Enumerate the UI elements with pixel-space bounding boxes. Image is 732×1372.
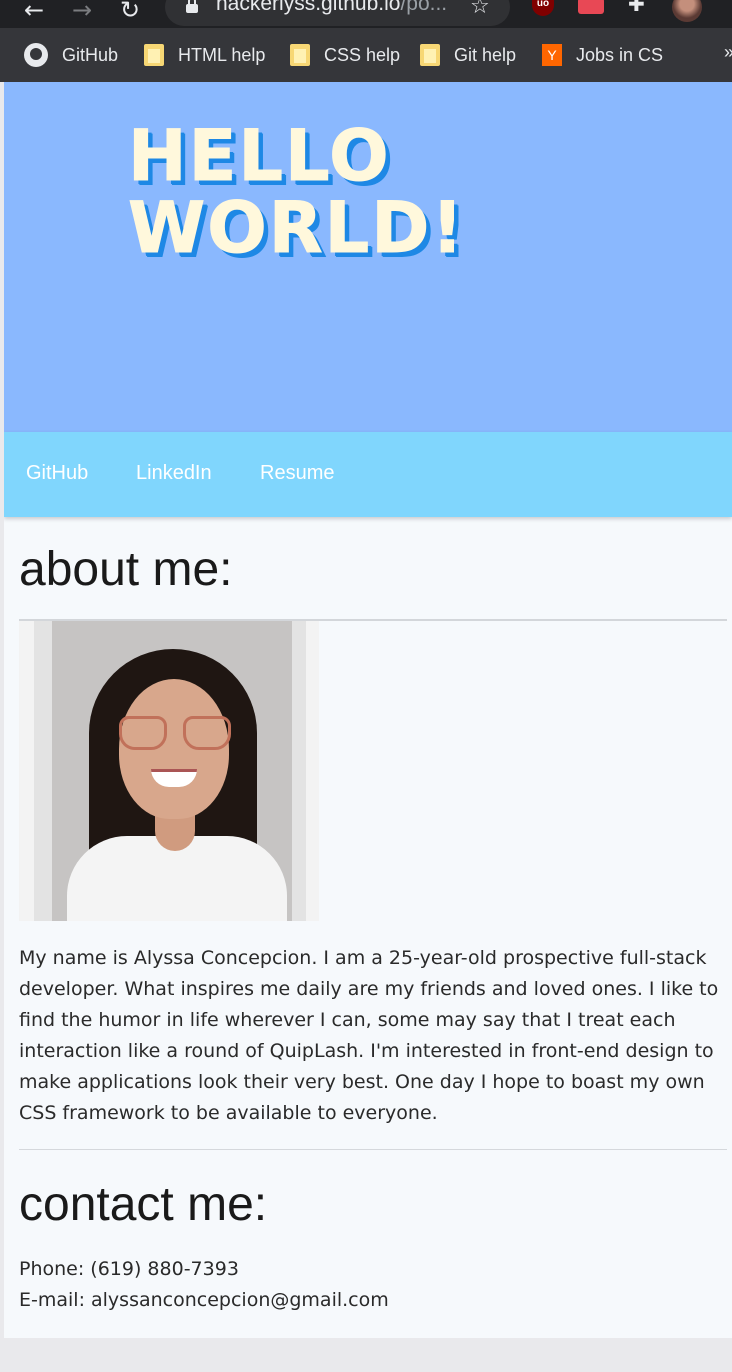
bookmark-star-icon[interactable]: ☆	[470, 0, 490, 19]
contact-heading: contact me:	[19, 1178, 268, 1231]
bookmark-html-help[interactable]: HTML help	[144, 42, 265, 68]
contact-email: E-mail: alyssanconcepcion@gmail.com	[19, 1289, 389, 1311]
browser-toolbar: ← → ↻ hackerlyss.github.io/po... ☆ uo ✚	[0, 0, 732, 28]
web-page: HELLO WORLD! GitHub LinkedIn Resume abou…	[4, 82, 732, 1338]
address-url[interactable]: hackerlyss.github.io/po...	[216, 0, 447, 16]
bookmark-jobs-in-cs[interactable]: Y Jobs in CS	[542, 42, 663, 68]
folder-icon	[144, 44, 164, 66]
divider	[19, 1149, 727, 1150]
hero-banner: HELLO WORLD!	[4, 82, 732, 432]
lock-icon[interactable]	[186, 0, 198, 14]
bookmarks-overflow-button[interactable]: »	[724, 42, 732, 63]
ublock-extension-icon[interactable]: uo	[532, 0, 554, 16]
nav-link-resume[interactable]: Resume	[260, 462, 334, 485]
folder-icon	[290, 44, 310, 66]
nav-link-linkedin[interactable]: LinkedIn	[136, 462, 212, 485]
extensions-puzzle-icon[interactable]: ✚	[628, 0, 652, 16]
forward-arrow-icon[interactable]: →	[72, 0, 92, 24]
contact-phone: Phone: (619) 880-7393	[19, 1258, 239, 1280]
reload-icon[interactable]: ↻	[120, 0, 140, 24]
site-navbar: GitHub LinkedIn Resume	[4, 432, 732, 517]
y-icon: Y	[542, 44, 562, 66]
recorder-extension-icon[interactable]	[578, 0, 604, 14]
back-arrow-icon[interactable]: ←	[24, 0, 44, 24]
hero-title-line-2: WORLD!	[128, 187, 466, 269]
hero-title-line-1: HELLO	[128, 115, 391, 197]
bookmark-css-help[interactable]: CSS help	[290, 42, 400, 68]
github-icon	[24, 43, 48, 67]
about-heading: about me:	[19, 543, 233, 596]
folder-icon	[420, 44, 440, 66]
nav-link-github[interactable]: GitHub	[26, 462, 88, 485]
hero-title: HELLO WORLD!	[128, 115, 548, 269]
profile-avatar[interactable]	[672, 0, 702, 22]
bookmark-github[interactable]: GitHub	[24, 42, 118, 68]
about-bio: My name is Alyssa Concepcion. I am a 25-…	[19, 947, 719, 1124]
profile-photo	[19, 621, 319, 921]
bookmarks-bar: GitHub HTML help CSS help Git help Y Job…	[0, 28, 732, 82]
bookmark-git-help[interactable]: Git help	[420, 42, 516, 68]
